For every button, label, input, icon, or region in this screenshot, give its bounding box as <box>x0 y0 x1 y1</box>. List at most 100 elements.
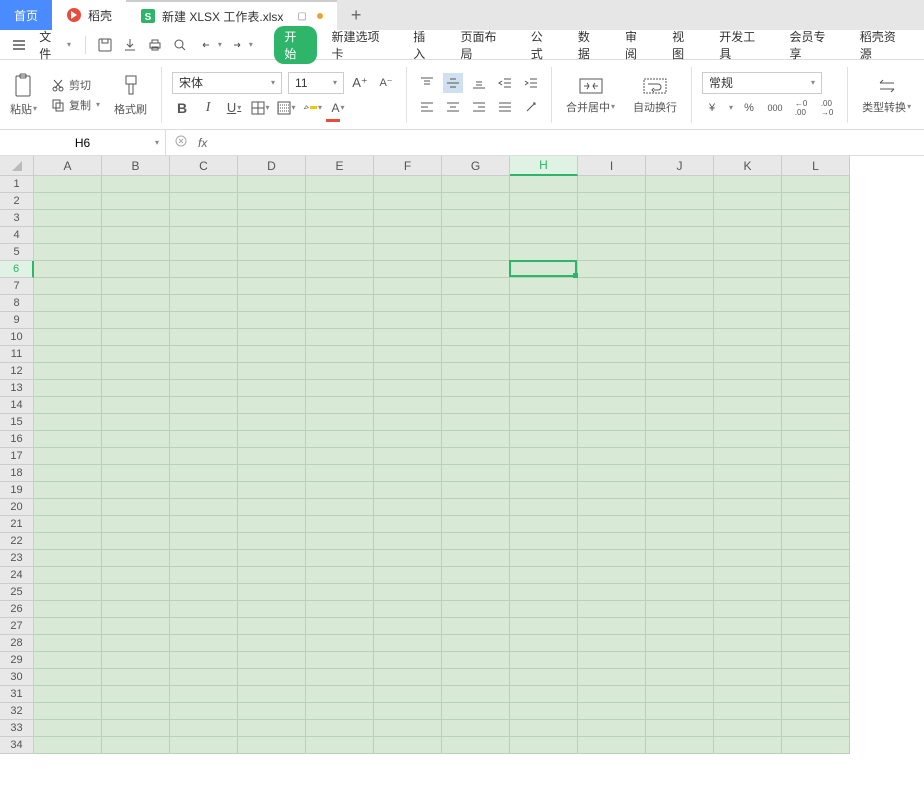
cell[interactable] <box>714 737 782 754</box>
name-box[interactable]: ▾ <box>0 130 166 155</box>
cell[interactable] <box>102 686 170 703</box>
row-header[interactable]: 29 <box>0 652 34 669</box>
align-bottom-button[interactable] <box>469 73 489 93</box>
cell[interactable] <box>646 227 714 244</box>
export-icon[interactable] <box>119 34 140 56</box>
cell[interactable] <box>374 363 442 380</box>
cell[interactable] <box>646 669 714 686</box>
cell[interactable] <box>102 346 170 363</box>
cell[interactable] <box>34 363 102 380</box>
redo-icon[interactable] <box>226 34 248 56</box>
cell[interactable] <box>442 176 510 193</box>
menu-tab-insert[interactable]: 插入 <box>403 28 446 62</box>
cell[interactable] <box>510 635 578 652</box>
cell[interactable] <box>238 363 306 380</box>
cell[interactable] <box>374 227 442 244</box>
decrease-decimal-button[interactable]: .00→0 <box>817 98 837 118</box>
cell[interactable] <box>374 295 442 312</box>
cell[interactable] <box>170 737 238 754</box>
cell[interactable] <box>442 601 510 618</box>
cell[interactable] <box>34 516 102 533</box>
cell[interactable] <box>374 584 442 601</box>
cell[interactable] <box>374 669 442 686</box>
cell[interactable] <box>34 244 102 261</box>
cell[interactable] <box>238 686 306 703</box>
cell[interactable] <box>34 686 102 703</box>
cell[interactable] <box>646 210 714 227</box>
cell[interactable] <box>374 720 442 737</box>
cell[interactable] <box>578 244 646 261</box>
cell[interactable] <box>102 482 170 499</box>
column-header[interactable]: B <box>102 156 170 176</box>
cell[interactable] <box>510 533 578 550</box>
column-header[interactable]: I <box>578 156 646 176</box>
cell[interactable] <box>714 499 782 516</box>
cell[interactable] <box>238 652 306 669</box>
menu-tab-resource[interactable]: 稻壳资源 <box>850 28 916 62</box>
thousand-button[interactable]: 000 <box>765 98 785 118</box>
cell[interactable] <box>442 431 510 448</box>
cell[interactable] <box>306 227 374 244</box>
cell[interactable] <box>102 652 170 669</box>
cell[interactable] <box>374 431 442 448</box>
cell[interactable] <box>170 295 238 312</box>
cell[interactable] <box>170 329 238 346</box>
cell[interactable] <box>578 533 646 550</box>
cell[interactable] <box>442 312 510 329</box>
cell[interactable] <box>238 312 306 329</box>
wrap-text-button[interactable]: 自动换行 <box>629 75 681 115</box>
cell[interactable] <box>238 550 306 567</box>
menu-tab-layout[interactable]: 页面布局 <box>450 28 516 62</box>
cell[interactable] <box>646 601 714 618</box>
cell[interactable] <box>238 210 306 227</box>
cell[interactable] <box>34 329 102 346</box>
column-header[interactable]: E <box>306 156 374 176</box>
cell[interactable] <box>306 244 374 261</box>
cell[interactable] <box>34 227 102 244</box>
cell[interactable] <box>578 482 646 499</box>
cancel-formula-icon[interactable] <box>174 134 188 151</box>
cell[interactable] <box>34 210 102 227</box>
cell[interactable] <box>782 686 850 703</box>
cell[interactable] <box>374 312 442 329</box>
cell[interactable] <box>442 261 510 278</box>
cell[interactable] <box>714 533 782 550</box>
cell[interactable] <box>782 346 850 363</box>
cell[interactable] <box>646 346 714 363</box>
cell[interactable] <box>102 550 170 567</box>
row-header[interactable]: 12 <box>0 363 34 380</box>
cell[interactable] <box>782 465 850 482</box>
cell[interactable] <box>510 295 578 312</box>
cell[interactable] <box>578 346 646 363</box>
align-top-button[interactable] <box>417 73 437 93</box>
cell[interactable] <box>442 652 510 669</box>
cell[interactable] <box>578 414 646 431</box>
cell[interactable] <box>238 176 306 193</box>
cell[interactable] <box>34 431 102 448</box>
cell[interactable] <box>170 499 238 516</box>
cell[interactable] <box>442 414 510 431</box>
cell[interactable] <box>238 482 306 499</box>
cell-grid[interactable] <box>34 176 850 754</box>
cell[interactable] <box>714 380 782 397</box>
cell[interactable] <box>34 737 102 754</box>
cell[interactable] <box>510 737 578 754</box>
cell[interactable] <box>714 312 782 329</box>
row-header[interactable]: 34 <box>0 737 34 754</box>
cell[interactable] <box>170 397 238 414</box>
cell[interactable] <box>782 703 850 720</box>
cell[interactable] <box>646 244 714 261</box>
border-button[interactable]: ▾ <box>250 98 270 118</box>
cell[interactable] <box>442 737 510 754</box>
cell[interactable] <box>578 618 646 635</box>
column-header[interactable]: L <box>782 156 850 176</box>
cell[interactable] <box>646 431 714 448</box>
cell[interactable] <box>782 397 850 414</box>
cell[interactable] <box>374 329 442 346</box>
undo-icon[interactable] <box>195 34 217 56</box>
cell[interactable] <box>306 686 374 703</box>
fill-color-button[interactable]: ▾ <box>302 98 322 118</box>
cell[interactable] <box>102 635 170 652</box>
cell[interactable] <box>374 533 442 550</box>
cell[interactable] <box>578 567 646 584</box>
